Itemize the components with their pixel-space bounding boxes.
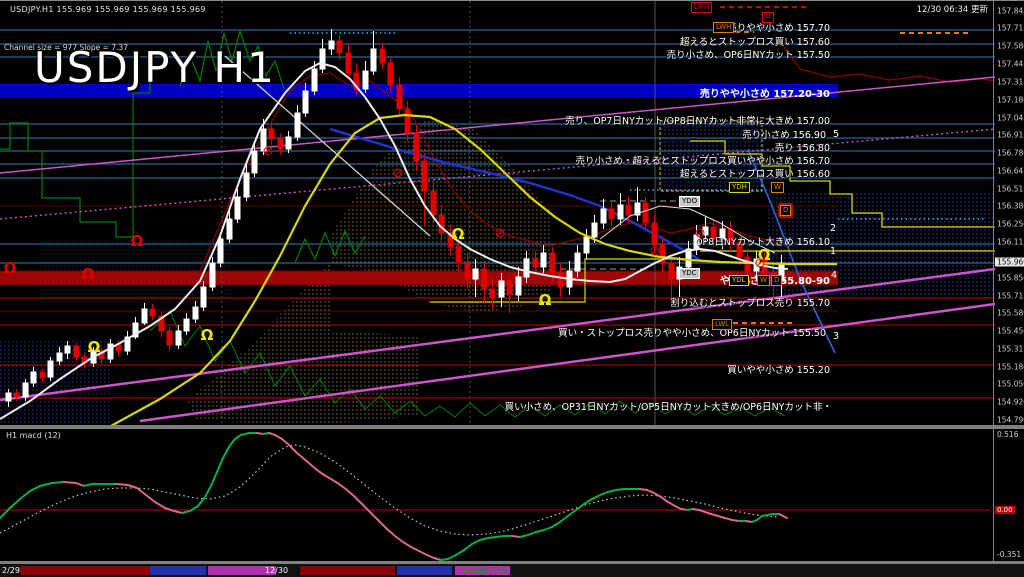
price-axis-label: 154.790 [997, 416, 1024, 425]
chart-tag-lmh: LMH [691, 2, 712, 13]
order-number-marker: 2 [830, 223, 836, 234]
indicator-zero-tag: 0.00 [995, 506, 1015, 514]
last-updated-label: 12/30 06:34 更新 [917, 3, 988, 15]
price-axis-label: 156.780 [997, 149, 1024, 158]
timeline-segment [397, 566, 452, 575]
price-axis-label: 156.645 [997, 167, 1024, 176]
timeline-segment [300, 566, 395, 575]
spread-readout: spread 756 [462, 566, 507, 575]
chart-tag-m: M [762, 12, 774, 23]
price-axis-label: 156.915 [997, 131, 1024, 140]
band-annotation: 売りやや小さめ 157.20-30 [700, 85, 830, 100]
axis-separator [993, 1, 994, 561]
mt4-chart-window: ΩΩΩΩΩΩΩΩ USDJPY.H1 155.969 155.969 155.9… [0, 0, 1024, 577]
panel-divider-top[interactable] [0, 425, 1024, 429]
chart-tag-lwh: LWH [713, 22, 734, 33]
level-annotation: 売り小さめ 156.90 [742, 127, 826, 141]
timeline-date-left: 2/29 [2, 566, 20, 575]
svg-text:Ω: Ω [452, 225, 465, 243]
chart-tag-w: W [771, 182, 784, 193]
level-annotation: 割り込むとストップロス売り 155.70 [670, 295, 830, 309]
level-annotation: 売り小さめ・超えるとストップロス買いやや小さめ 156.70 [576, 153, 830, 167]
timeline-segment [150, 566, 206, 575]
price-axis-label: 155.580 [997, 309, 1024, 318]
chart-tag-d: D [771, 275, 782, 286]
level-annotation: 買いやや小さめ 155.20 [727, 362, 830, 376]
chart-tag-ydh: YDH [729, 182, 750, 193]
timeline-segment [20, 566, 150, 575]
order-number-marker: 3 [833, 331, 839, 342]
price-axis-label: 157.045 [997, 114, 1024, 123]
price-axis-label: 155.050 [997, 380, 1024, 389]
price-axis-label: 155.180 [997, 363, 1024, 372]
level-annotation: 超えるとストップロス買い 156.60 [680, 166, 830, 180]
chart-tag-ydl: YDL [729, 275, 749, 286]
price-axis-label: 157.180 [997, 96, 1024, 105]
level-annotation: 売り小さめ、OP6日NYカット 157.50 [667, 47, 830, 61]
chart-tag-ydc: YDC [679, 268, 700, 279]
chart-tag-d: D [780, 205, 791, 216]
price-axis-label: 157.580 [997, 42, 1024, 51]
symbol-ohlc-readout: USDJPY.H1 155.969 155.969 155.969 155.96… [10, 5, 206, 14]
price-axis-label: 156.250 [997, 220, 1024, 229]
svg-text:Ω: Ω [88, 338, 101, 356]
price-axis-label: 155.850 [997, 274, 1024, 283]
chart-tag-ydo: YDO [679, 196, 700, 207]
price-axis-label: 157.315 [997, 78, 1024, 87]
svg-text:Ω: Ω [4, 259, 17, 277]
price-axis-label: 156.515 [997, 185, 1024, 194]
indicator-scale-max: 0.516 [997, 430, 1018, 439]
price-axis-label: 156.115 [997, 238, 1024, 247]
price-axis-label: 156.380 [997, 202, 1024, 211]
price-axis-label: 155.715 [997, 292, 1024, 301]
svg-text:Ω: Ω [201, 326, 214, 344]
timeline-scrollbar[interactable]: 2/29 12/30 spread 756 [0, 564, 1024, 577]
level-annotation: 売り 156.80 [775, 140, 830, 154]
current-price-tag: 155.969 [995, 258, 1024, 267]
indicator-title: H1 macd (12) [6, 431, 61, 440]
order-number-marker: 1 [830, 246, 836, 257]
level-annotation: 買い小さめ、OP31日NYカット/OP5日NYカット大きめ/OP6日NYカット非… [505, 399, 832, 413]
chart-tag-lwl: LWL [712, 319, 732, 330]
price-axis-label: 155.315 [997, 345, 1024, 354]
svg-text:Ω: Ω [131, 232, 144, 250]
price-axis-label: 154.920 [997, 398, 1024, 407]
macd-indicator-canvas[interactable] [0, 429, 995, 561]
chart-watermark: USDJPY H1 [34, 43, 276, 92]
order-number-marker: 4 [831, 270, 837, 281]
price-axis-label: 155.450 [997, 327, 1024, 336]
level-annotation: 売り、OP7日NYカット/OP8日NYカット非常に大きめ 157.00 [565, 113, 830, 127]
chart-tag-w: W [757, 275, 770, 286]
level-annotation: 超えるとストップロス買い 157.60 [680, 34, 830, 48]
timeline-date-right: 12/30 [265, 566, 288, 575]
level-annotation: OP8日NYカット大きめ 156.10 [695, 234, 830, 248]
svg-text:Ω: Ω [82, 265, 95, 283]
svg-text:Ω: Ω [539, 291, 552, 309]
level-annotation: 買い・ストップロス売りやや小さめ、OP6日NYカット 155.50 [558, 325, 826, 339]
price-axis-label: 157.845 [997, 7, 1024, 16]
indicator-scale-min: -0.351 [997, 550, 1021, 559]
level-annotation: 売りやや小さめ 157.70 [727, 20, 830, 34]
order-number-marker: 5 [833, 129, 839, 140]
price-axis-label: 157.715 [997, 24, 1024, 33]
price-axis-label: 157.445 [997, 60, 1024, 69]
